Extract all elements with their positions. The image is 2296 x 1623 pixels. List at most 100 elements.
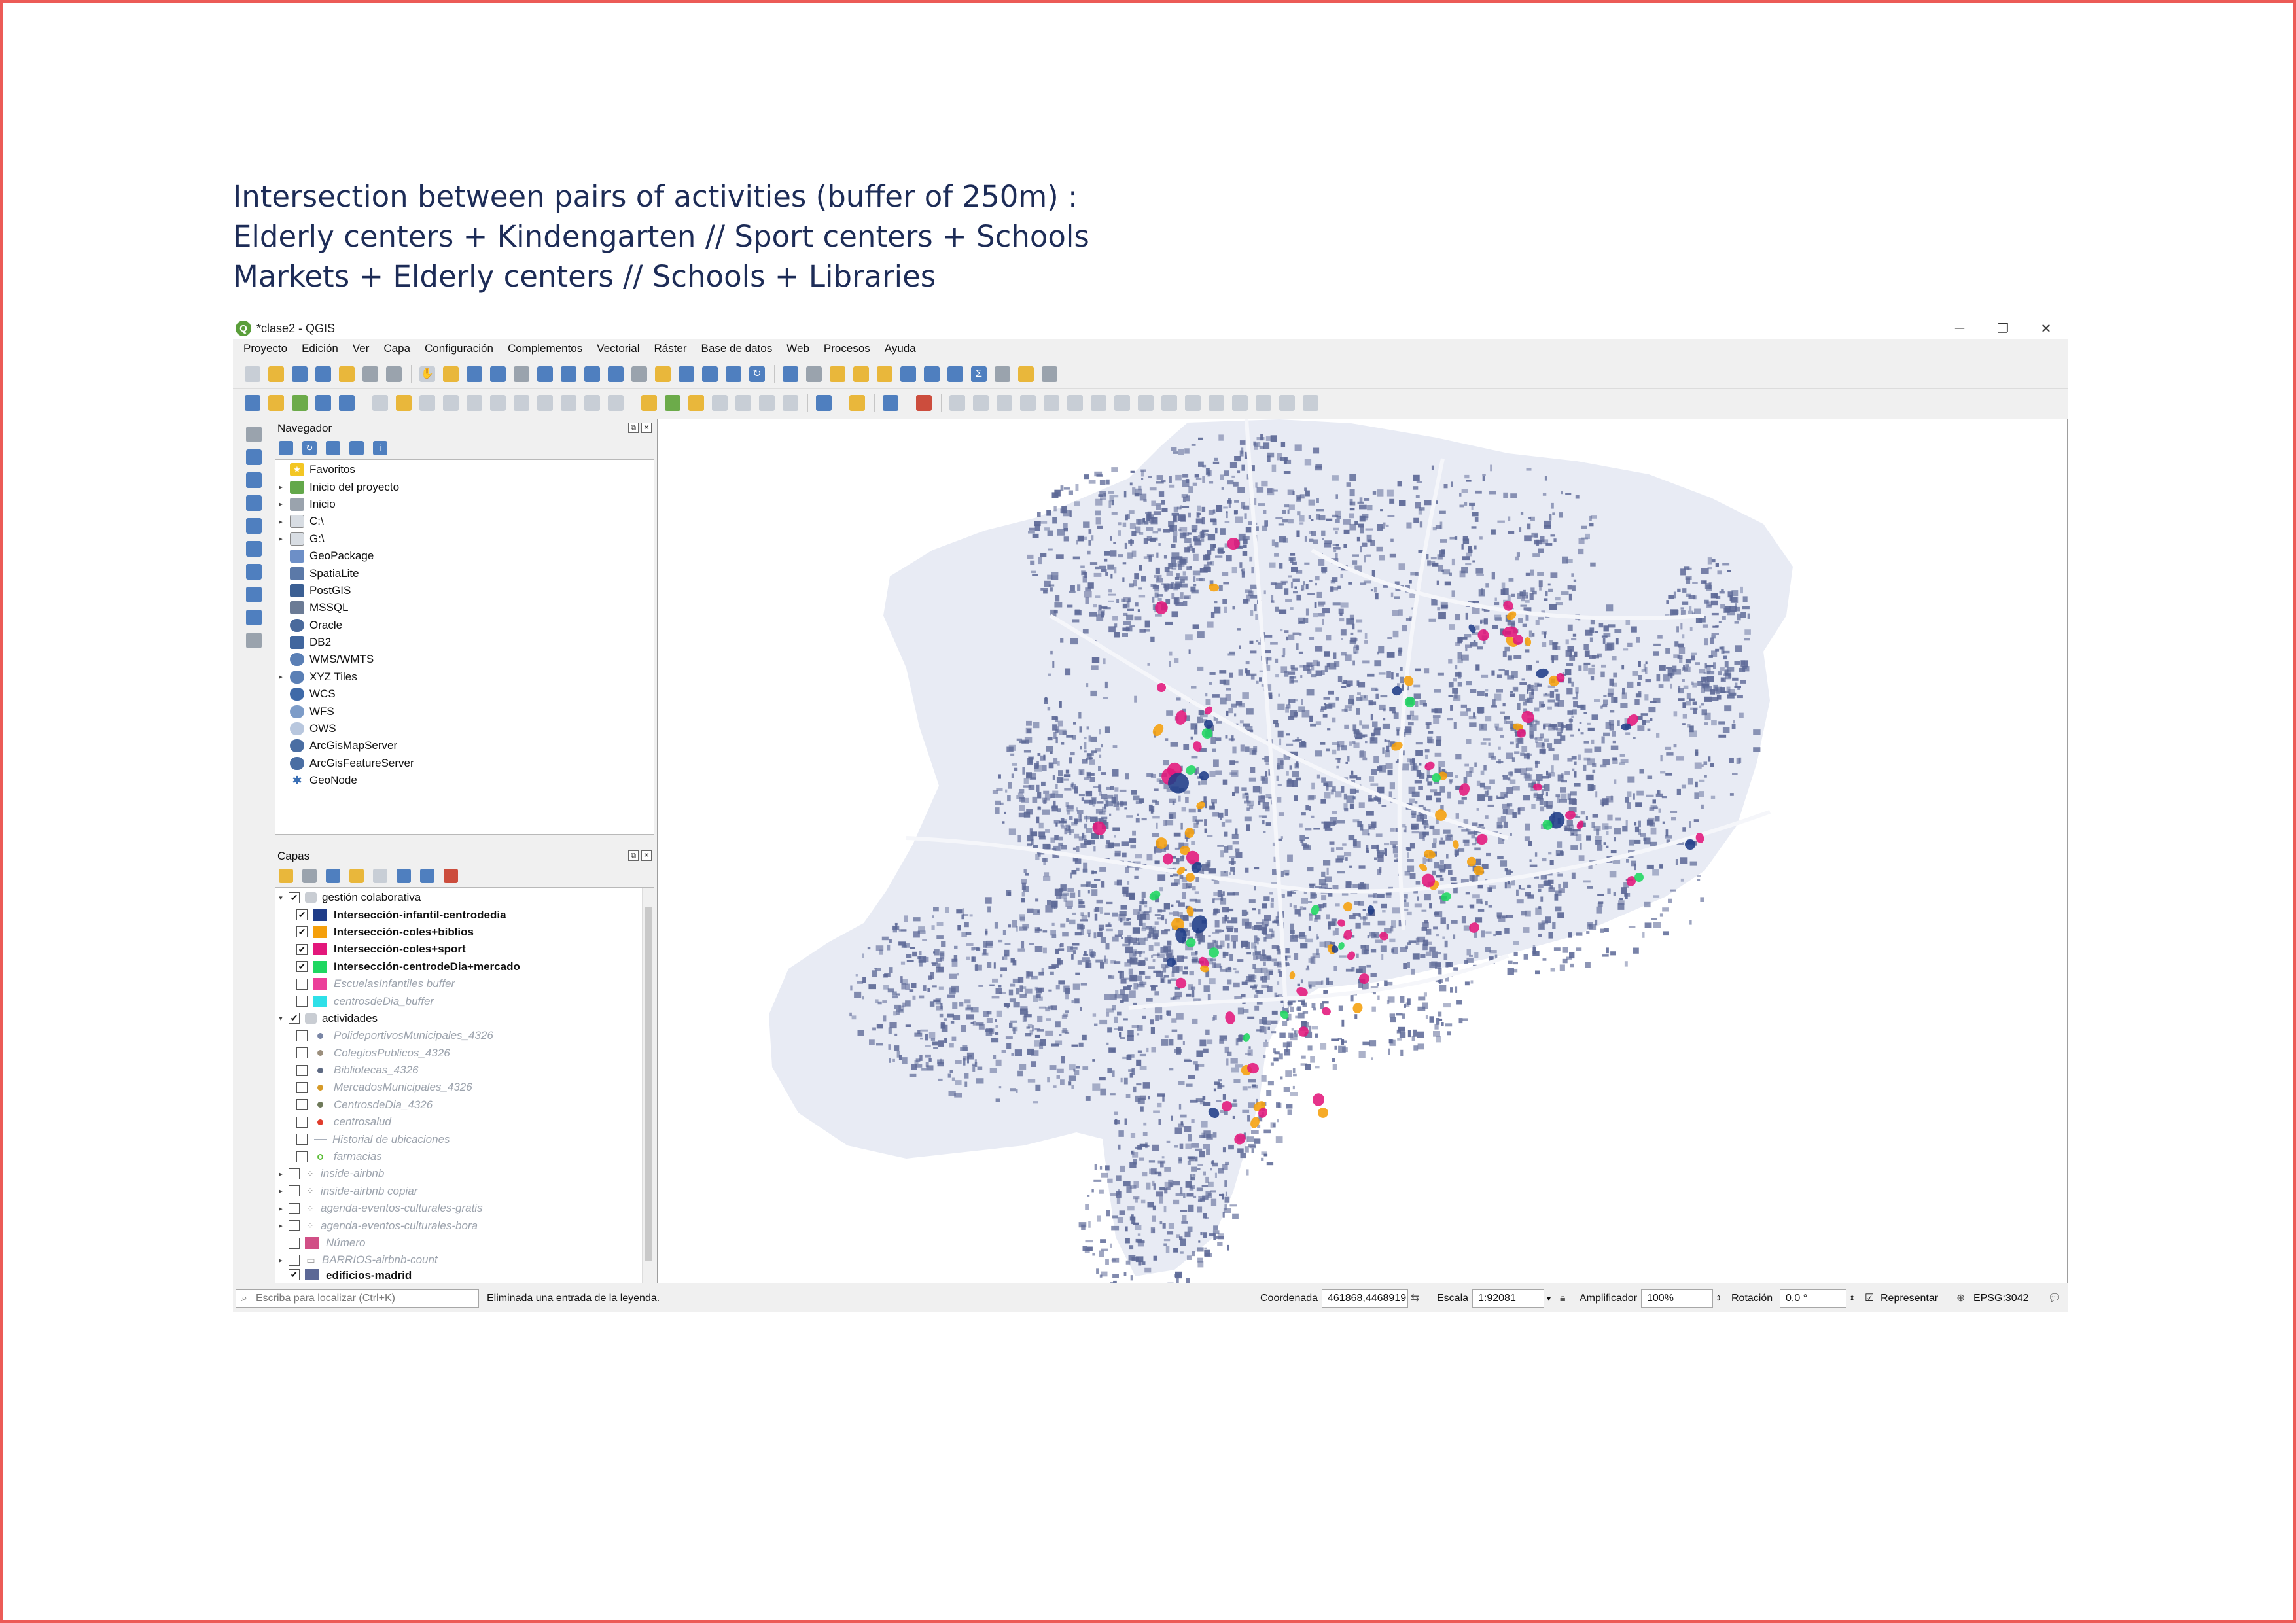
restore-button[interactable]: ❐ [1981,318,2024,339]
deselect-icon[interactable] [877,366,892,382]
menu-proyecto[interactable]: Proyecto [243,342,287,355]
expand-all-icon[interactable] [397,869,411,883]
change-label-icon[interactable] [759,394,775,411]
expand-arrow[interactable]: ▸ [275,672,286,681]
measure-icon[interactable] [995,366,1010,382]
close-panel-button[interactable]: ✕ [641,850,652,861]
layer-checkbox[interactable]: ✔ [296,909,308,921]
layer-checkbox[interactable] [296,1030,308,1041]
browser-item-geonode[interactable]: ✱ GeoNode [275,772,654,789]
browser-item-ows[interactable]: OWS [275,720,654,737]
plugin-globe-icon[interactable] [816,394,832,411]
zoom-to-selection-icon[interactable] [561,366,576,382]
layer-checkbox[interactable] [296,1064,308,1076]
layer-row-agenda-bora[interactable]: ▸ ⁘ agenda-eventos-culturales-bora [275,1217,654,1234]
add-selected-layers-icon[interactable] [279,441,293,455]
bookmarks-icon[interactable] [702,366,718,382]
layer-checkbox[interactable] [289,1254,300,1266]
layer-checkbox[interactable]: ✔ [296,926,308,938]
zoom-next-icon[interactable] [631,366,647,382]
layer-row-infantil-centrodedia[interactable]: ✔ Intersección-infantil-centrodedia [275,906,654,923]
layer-checkbox[interactable] [296,1116,308,1128]
layer-row-coles-sport[interactable]: ✔ Intersección-coles+sport [275,941,654,958]
browser-item-arcgisfeatureserver[interactable]: ArcGisFeatureServer [275,755,654,772]
save-as-icon[interactable] [315,366,331,382]
new-geopackage-icon[interactable] [268,394,284,411]
refresh-icon[interactable]: ↻ [749,366,765,382]
map-tips-icon[interactable] [1018,366,1034,382]
layer-checkbox[interactable]: ✔ [296,943,308,955]
browser-item-geopackage[interactable]: GeoPackage [275,548,654,565]
float-panel-button[interactable]: ⧉ [628,850,639,861]
copy-features-icon[interactable] [537,394,553,411]
style-manager-icon[interactable] [386,366,402,382]
layer-row-colegios[interactable]: ColegiosPublicos_4326 [275,1045,654,1062]
layer-group-gestion[interactable]: ▾ ✔ gestión colaborativa [275,889,654,906]
layer-row-centrosdedia[interactable]: CentrosdeDia_4326 [275,1096,654,1113]
label-tool-icon[interactable] [641,394,657,411]
layer-row-centrosdedia-buffer[interactable]: centrosdeDia_buffer [275,992,654,1009]
new-map-view-icon[interactable] [655,366,671,382]
refresh-icon[interactable]: ↻ [302,441,317,455]
merge-attributes-icon[interactable] [1256,394,1271,411]
minimize-button[interactable]: ─ [1938,318,1981,339]
layer-row-polideportivos[interactable]: PolideportivosMunicipales_4326 [275,1027,654,1044]
add-virtual-layer-icon[interactable] [246,541,262,557]
browser-item-arcgismapserver[interactable]: ArcGisMapServer [275,737,654,754]
split-parts-icon[interactable] [1209,394,1224,411]
group-checkbox[interactable]: ✔ [289,892,300,903]
split-features-icon[interactable] [1185,394,1201,411]
layer-checkbox[interactable]: ✔ [289,1268,300,1280]
browser-item-xyz[interactable]: ▸ XYZ Tiles [275,669,654,686]
menu-capa[interactable]: Capa [383,342,410,355]
browser-item-inicio-proyecto[interactable]: ▸ Inicio del proyecto [275,478,654,495]
add-feature-icon[interactable] [443,394,459,411]
show-bookmarks-icon[interactable] [726,366,741,382]
text-annotation-icon[interactable] [1042,366,1057,382]
plugin-book-icon[interactable] [883,394,898,411]
vertex-tool-icon[interactable] [467,394,482,411]
pan-to-selection-icon[interactable] [443,366,459,382]
expand-arrow[interactable]: ▸ [275,483,286,491]
browser-item-db2[interactable]: DB2 [275,634,654,651]
cut-features-icon[interactable] [514,394,529,411]
browser-item-wcs[interactable]: WCS [275,686,654,703]
actions-icon[interactable] [806,366,822,382]
filter-legend-icon[interactable] [349,869,364,883]
add-group-icon[interactable] [302,869,317,883]
browser-item-wms[interactable]: WMS/WMTS [275,651,654,668]
browser-item-c-drive[interactable]: ▸ C:\ [275,513,654,530]
menu-ver[interactable]: Ver [353,342,370,355]
expand-arrow[interactable]: ▸ [275,1221,286,1230]
pan-map-icon[interactable]: ✋ [419,366,435,382]
python-console-icon[interactable] [849,394,865,411]
menu-procesos[interactable]: Procesos [824,342,870,355]
redo-icon[interactable] [608,394,624,411]
layers-scrollbar-thumb[interactable] [645,907,652,1261]
layer-row-bibliotecas[interactable]: Bibliotecas_4326 [275,1062,654,1079]
new-3d-view-icon[interactable] [679,366,694,382]
menu-complementos[interactable]: Complementos [508,342,582,355]
layer-row-edificios[interactable]: ✔ edificios-madrid [275,1268,654,1280]
add-raster-layer-icon[interactable] [246,449,262,465]
expand-arrow[interactable]: ▸ [275,1256,286,1265]
layer-styling-icon[interactable] [279,869,293,883]
delete-selected-icon[interactable] [490,394,506,411]
zoom-in-icon[interactable] [467,366,482,382]
field-calculator-icon[interactable] [924,366,940,382]
new-temporary-layer-icon[interactable] [339,394,355,411]
layer-checkbox[interactable] [296,996,308,1007]
layer-checkbox[interactable] [296,1151,308,1162]
reshape-icon[interactable] [1091,394,1106,411]
browser-item-postgis[interactable]: PostGIS [275,582,654,599]
rotate-symbols-icon[interactable] [1279,394,1295,411]
layer-row-coles-biblios[interactable]: ✔ Intersección-coles+biblios [275,924,654,941]
show-labels-icon[interactable] [688,394,704,411]
layer-checkbox[interactable] [296,1099,308,1111]
reverse-line-icon[interactable] [1138,394,1154,411]
float-panel-button[interactable]: ⧉ [628,423,639,433]
filter-expression-icon[interactable] [373,869,387,883]
layers-scrollbar[interactable] [642,888,654,1283]
browser-item-spatialite[interactable]: SpatiaLite [275,565,654,582]
add-spatialite-icon[interactable] [246,518,262,534]
